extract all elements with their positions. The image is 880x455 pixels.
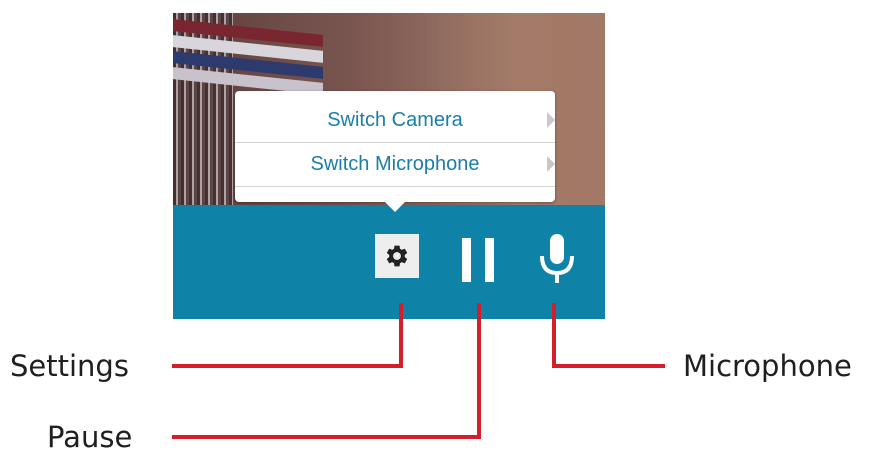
menu-item-switch-microphone[interactable]: Switch Microphone <box>235 143 555 187</box>
pause-icon <box>462 238 494 282</box>
chevron-right-icon <box>547 112 555 128</box>
settings-callout-label: Settings <box>10 349 129 383</box>
gear-icon <box>386 245 408 267</box>
microphone-callout-label: Microphone <box>683 349 852 383</box>
settings-callout-line <box>399 303 403 367</box>
chevron-right-icon <box>547 156 555 172</box>
pause-button[interactable] <box>459 235 497 285</box>
microphone-callout-line <box>552 364 665 368</box>
menu-item-label: Switch Camera <box>327 109 463 131</box>
microphone-callout-line <box>552 303 556 367</box>
pause-callout-line <box>172 435 481 439</box>
settings-callout-line <box>172 364 403 368</box>
menu-item-label: Switch Microphone <box>310 153 480 175</box>
microphone-icon <box>540 234 574 283</box>
menu-item-switch-camera[interactable]: Switch Camera <box>235 99 555 143</box>
microphone-button[interactable] <box>535 231 579 287</box>
pause-callout-label: Pause <box>47 420 133 454</box>
settings-menu: Switch Camera Switch Microphone <box>235 91 555 212</box>
settings-button[interactable] <box>375 234 419 278</box>
pause-callout-line <box>477 303 481 439</box>
video-widget: Switch Camera Switch Microphone <box>173 13 605 319</box>
